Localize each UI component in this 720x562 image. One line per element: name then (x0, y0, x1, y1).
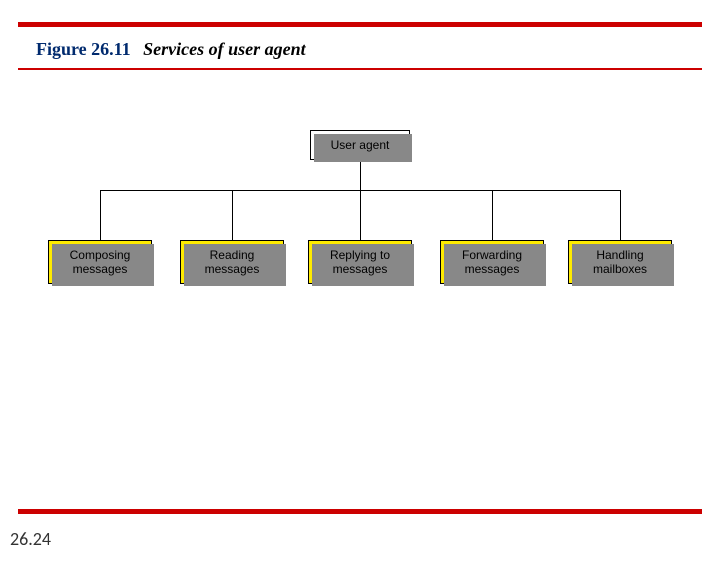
connector-drop-2 (232, 190, 233, 240)
child-box-composing: Composingmessages (48, 240, 152, 284)
figure-title-row: Figure 26.11 Services of user agent (0, 27, 720, 68)
child-label: Replying tomessages (330, 248, 390, 277)
child-label: Composingmessages (70, 248, 131, 277)
child-box-reading: Readingmessages (180, 240, 284, 284)
figure-label: Figure 26.11 (36, 39, 131, 59)
connector-drop-1 (100, 190, 101, 240)
top-rule-thin (18, 68, 702, 70)
child-box-replying: Replying tomessages (308, 240, 412, 284)
root-box-user-agent: User agent (310, 130, 410, 160)
connector-drop-5 (620, 190, 621, 240)
root-label: User agent (331, 138, 390, 152)
child-box-forwarding: Forwardingmessages (440, 240, 544, 284)
child-label: Forwardingmessages (462, 248, 522, 277)
child-box-handling: Handlingmailboxes (568, 240, 672, 284)
bottom-rule (18, 509, 702, 514)
child-label: Readingmessages (205, 248, 260, 277)
connector-drop-4 (492, 190, 493, 240)
connector-root-stem (360, 160, 361, 190)
figure-caption: Services of user agent (143, 39, 305, 59)
page-number: 26.24 (10, 528, 51, 550)
connector-drop-3 (360, 190, 361, 240)
child-label: Handlingmailboxes (593, 248, 647, 277)
diagram-container: User agent Composingmessages Readingmess… (40, 130, 680, 330)
